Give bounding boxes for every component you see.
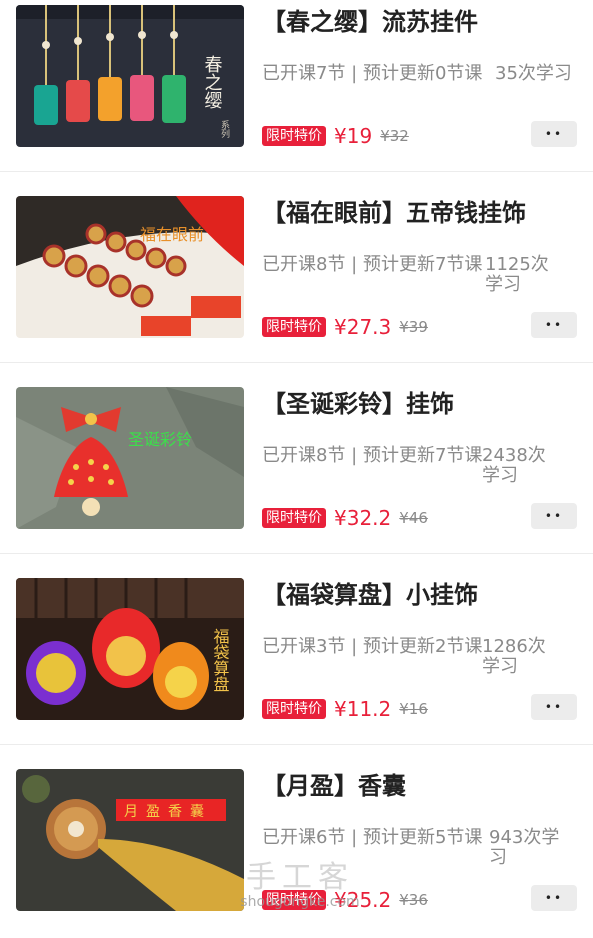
- original-price: ¥36: [399, 891, 428, 909]
- thumb-calligraphy: 春之缨: [202, 55, 223, 109]
- thumb-caption: 福袋算盘: [211, 628, 230, 692]
- more-dots-icon: ••: [544, 509, 564, 523]
- svg-text:系列: 系列: [219, 120, 230, 139]
- course-students: 1125次学习: [485, 254, 549, 295]
- watermark-en: shougongke.com: [240, 894, 360, 910]
- course-title[interactable]: 【春之缨】流苏挂件: [262, 8, 577, 36]
- course-item[interactable]: 福袋算盘 【福袋算盘】小挂饰 已开课3节 | 预计更新2节课 1286次学习 限…: [0, 554, 593, 745]
- original-price: ¥46: [399, 509, 428, 527]
- course-thumbnail[interactable]: 福袋算盘: [16, 578, 244, 720]
- course-meta: 已开课8节 | 预计更新7节课: [262, 445, 483, 466]
- sachet-image: 月盈香囊: [16, 769, 244, 911]
- current-price: ¥32.2: [334, 506, 392, 530]
- thumb-caption: 福在眼前: [140, 225, 204, 244]
- course-thumbnail[interactable]: 福在眼前: [16, 196, 244, 338]
- course-students: 35次学习: [495, 63, 572, 84]
- course-item[interactable]: 春之缨 系列 【春之缨】流苏挂件 已开课7节 | 预计更新0节课 35次学习 限…: [0, 0, 593, 172]
- course-item[interactable]: 圣诞彩铃 【圣诞彩铃】挂饰 已开课8节 | 预计更新7节课 2438次学习 限时…: [0, 363, 593, 554]
- price-row: 限时特价 ¥19 ¥32: [262, 123, 409, 149]
- more-options-button[interactable]: ••: [531, 121, 577, 147]
- site-watermark: 手工客 shougongke.com: [230, 860, 370, 911]
- current-price: ¥11.2: [334, 697, 392, 721]
- course-thumbnail[interactable]: 圣诞彩铃: [16, 387, 244, 529]
- sale-badge: 限时特价: [262, 126, 326, 146]
- course-meta: 已开课3节 | 预计更新2节课: [262, 636, 483, 657]
- course-thumbnail[interactable]: 月盈香囊: [16, 769, 244, 911]
- more-options-button[interactable]: ••: [531, 503, 577, 529]
- current-price: ¥19: [334, 124, 373, 148]
- more-dots-icon: ••: [544, 700, 564, 714]
- sale-badge: 限时特价: [262, 699, 326, 719]
- course-list: 春之缨 系列 【春之缨】流苏挂件 已开课7节 | 预计更新0节课 35次学习 限…: [0, 0, 593, 936]
- more-dots-icon: ••: [544, 318, 564, 332]
- course-students: 943次学习: [489, 827, 560, 868]
- original-price: ¥32: [380, 127, 409, 145]
- sale-badge: 限时特价: [262, 317, 326, 337]
- price-row: 限时特价 ¥32.2 ¥46: [262, 505, 428, 531]
- current-price: ¥27.3: [334, 315, 392, 339]
- watermark-cn: 手工客: [246, 860, 354, 895]
- course-meta: 已开课6节 | 预计更新5节课: [262, 827, 483, 848]
- more-dots-icon: ••: [544, 127, 564, 141]
- course-thumbnail[interactable]: 春之缨 系列: [16, 5, 244, 147]
- course-students: 2438次学习: [482, 445, 546, 486]
- original-price: ¥39: [399, 318, 428, 336]
- course-title[interactable]: 【福袋算盘】小挂饰: [262, 581, 577, 609]
- more-options-button[interactable]: ••: [531, 885, 577, 911]
- course-students: 1286次学习: [482, 636, 546, 677]
- more-options-button[interactable]: ••: [531, 312, 577, 338]
- tassel-pendants-image: 春之缨 系列: [16, 5, 244, 147]
- thumb-caption: 圣诞彩铃: [128, 430, 192, 449]
- course-meta: 已开课7节 | 预计更新0节课: [262, 63, 483, 84]
- course-title[interactable]: 【圣诞彩铃】挂饰: [262, 390, 577, 418]
- original-price: ¥16: [399, 700, 428, 718]
- sale-badge: 限时特价: [262, 508, 326, 528]
- coin-charm-image: 福在眼前: [16, 196, 244, 338]
- course-title[interactable]: 【福在眼前】五帝钱挂饰: [262, 199, 577, 227]
- course-item[interactable]: 福在眼前 【福在眼前】五帝钱挂饰 已开课8节 | 预计更新7节课 1125次学习…: [0, 172, 593, 363]
- price-row: 限时特价 ¥27.3 ¥39: [262, 314, 428, 340]
- more-dots-icon: ••: [544, 891, 564, 905]
- course-meta: 已开课8节 | 预计更新7节课: [262, 254, 483, 275]
- more-options-button[interactable]: ••: [531, 694, 577, 720]
- course-title[interactable]: 【月盈】香囊: [262, 772, 577, 800]
- price-row: 限时特价 ¥11.2 ¥16: [262, 696, 428, 722]
- christmas-bell-image: 圣诞彩铃: [16, 387, 244, 529]
- lucky-bag-abacus-image: 福袋算盘: [16, 578, 244, 720]
- thumb-caption: 月盈香囊: [124, 803, 212, 820]
